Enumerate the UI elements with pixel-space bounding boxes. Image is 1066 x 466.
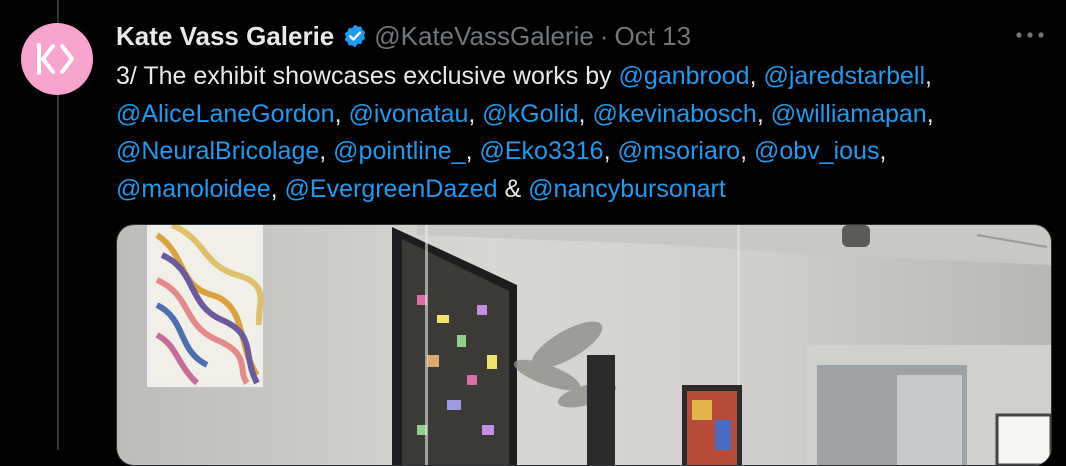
- user-handle[interactable]: @KateVassGalerie: [374, 21, 594, 52]
- avatar[interactable]: [21, 23, 93, 95]
- tweet-text-segment: ,: [749, 62, 764, 90]
- mention-link[interactable]: @jaredstarbell: [763, 62, 925, 90]
- tweet-text-segment: ,: [468, 99, 483, 128]
- mention-link[interactable]: @ivonatau: [348, 100, 468, 128]
- tweet-text: 3/ The exhibit showcases exclusive works…: [116, 58, 1046, 208]
- mention-link[interactable]: @obv_ious: [754, 137, 879, 165]
- gallery-exhibition-photo: [117, 225, 1051, 465]
- mention-link[interactable]: @kevinabosch: [592, 100, 756, 128]
- mention-link[interactable]: @EvergreenDazed: [285, 175, 498, 203]
- tweet-text-segment: ,: [319, 137, 334, 165]
- tweet-text-segment: ,: [578, 99, 593, 128]
- mention-link[interactable]: @kGolid: [482, 100, 578, 128]
- tweet-text-segment: ,: [334, 99, 349, 128]
- mention-link[interactable]: @NeuralBricolage: [116, 137, 319, 165]
- separator-dot: ·: [599, 20, 609, 51]
- mention-link[interactable]: @williamapan: [771, 100, 927, 128]
- tweet-text-segment: &: [497, 174, 529, 203]
- mention-link[interactable]: @msoriaro: [617, 137, 740, 165]
- mention-link[interactable]: @ganbrood: [619, 62, 750, 90]
- mention-link[interactable]: @Eko3316: [479, 137, 603, 165]
- tweet-text-segment: ,: [465, 137, 480, 165]
- mention-link[interactable]: @manoloidee: [116, 175, 271, 203]
- tweet-text-segment: ,: [756, 99, 771, 128]
- tweet-header: Kate Vass Galerie @KateVassGalerie · Oct…: [116, 18, 996, 54]
- mention-link[interactable]: @pointline_: [333, 137, 465, 165]
- tweet-text-segment: 3/ The exhibit showcases exclusive works…: [116, 62, 619, 90]
- display-name[interactable]: Kate Vass Galerie: [116, 21, 334, 52]
- more-options-icon[interactable]: [1012, 20, 1048, 50]
- tweet-media-image[interactable]: [116, 224, 1052, 466]
- tweet-text-segment: ,: [879, 137, 887, 165]
- tweet-text-segment: ,: [603, 137, 618, 165]
- tweet-text-segment: ,: [270, 174, 285, 203]
- mention-link[interactable]: @AliceLaneGordon: [116, 100, 335, 128]
- tweet-text-segment: ,: [925, 62, 932, 90]
- tweet-text-segment: ,: [926, 99, 934, 128]
- tweet-text-segment: ,: [740, 137, 754, 165]
- verified-badge-icon[interactable]: [342, 23, 368, 49]
- mention-link[interactable]: @nancybursonart: [528, 175, 726, 203]
- kate-vass-logo-icon: [37, 43, 74, 75]
- tweet-date[interactable]: Oct 13: [615, 21, 692, 52]
